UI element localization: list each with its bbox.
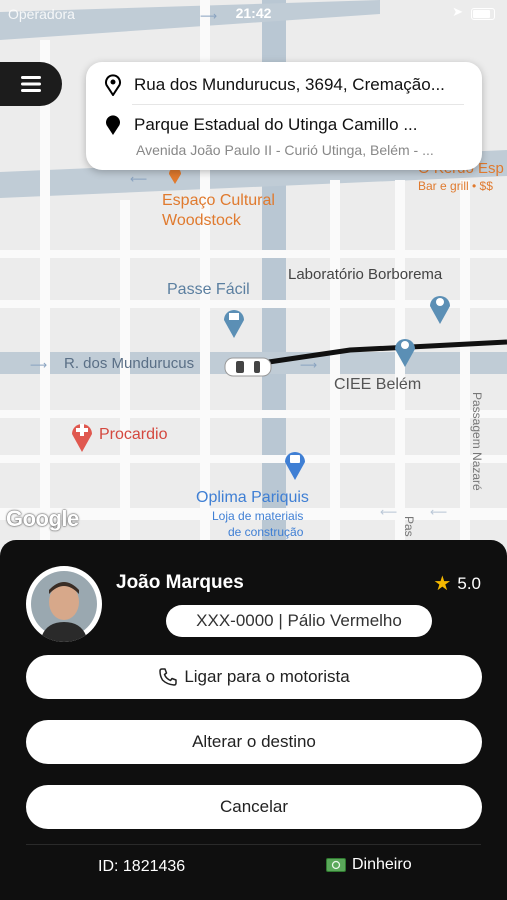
origin-address: Rua dos Mundurucus, 3694, Cremação...: [134, 75, 445, 94]
destination-address: Avenida João Paulo II - Curió Utinga, Be…: [136, 142, 434, 158]
map-label-pas: Pas: [402, 516, 416, 537]
payment-label: Dinheiro: [352, 856, 412, 873]
ride-footer: ID: 1821436 Dinheiro: [0, 844, 507, 884]
svg-text:⟵: ⟵: [380, 505, 397, 519]
map-label-restaurant-info: Bar e grill • $$: [418, 179, 493, 193]
shopping-pin-icon[interactable]: [283, 446, 307, 480]
vehicle-badge: XXX-0000 | Pálio Vermelho: [166, 605, 432, 637]
medical-pin-icon[interactable]: [70, 418, 94, 452]
map-label-procardio[interactable]: Procardio: [99, 426, 167, 444]
change-destination-button[interactable]: Alterar o destino: [26, 720, 482, 764]
google-logo: Google: [6, 506, 79, 531]
map-label-woodstock: Woodstock: [162, 212, 241, 229]
destination-name: Parque Estadual do Utinga Camillo ...: [134, 115, 418, 134]
call-driver-button[interactable]: Ligar para o motorista: [26, 655, 482, 699]
map-pin-blue-icon[interactable]: [428, 290, 452, 324]
svg-text:⟵: ⟵: [130, 172, 147, 186]
star-icon: ★: [433, 573, 452, 595]
route-card[interactable]: Rua dos Mundurucus, 3694, Cremação... Pa…: [86, 62, 482, 170]
map-label-ciee[interactable]: CIEE Belém: [334, 376, 421, 394]
map-label-passagem: Passagem Nazaré: [470, 392, 484, 491]
phone-icon: [159, 668, 178, 686]
driver-name: João Marques: [116, 572, 244, 593]
cash-icon: [326, 858, 346, 872]
destination-pin-icon: [106, 115, 120, 135]
map-label-oplima-sub1: Loja de materiais: [212, 509, 304, 523]
hamburger-icon: [21, 76, 41, 92]
bank-pin-icon[interactable]: [222, 304, 246, 338]
svg-text:⟶: ⟶: [300, 358, 317, 372]
driver-avatar: [26, 566, 102, 642]
menu-button[interactable]: [0, 62, 62, 106]
change-destination-label: Alterar o destino: [192, 732, 316, 751]
payment-method[interactable]: Dinheiro: [326, 856, 412, 874]
ride-id: ID: 1821436: [98, 858, 186, 875]
status-bar: Operadora 21:42 ➤: [0, 0, 507, 28]
driver-photo-icon: [28, 568, 100, 642]
driver-sheet: João Marques ★ 5.0 XXX-0000 | Pálio Verm…: [0, 540, 507, 900]
map-label-street: R. dos Mundurucus: [64, 355, 195, 372]
car-icon: [224, 357, 272, 377]
route-divider: [132, 104, 464, 105]
map-label-passe-facil[interactable]: Passe Fácil: [167, 281, 250, 299]
location-arrow-icon: ➤: [452, 4, 463, 19]
rating-value: 5.0: [457, 573, 481, 593]
destination-row[interactable]: Parque Estadual do Utinga Camillo ...: [104, 112, 464, 138]
map-pin-ciee-icon[interactable]: [393, 333, 417, 367]
cancel-button[interactable]: Cancelar: [26, 785, 482, 829]
map-label-laboratorio[interactable]: Laboratório Borborema: [288, 266, 442, 283]
call-driver-label: Ligar para o motorista: [184, 667, 350, 686]
cancel-label: Cancelar: [219, 797, 289, 816]
origin-row[interactable]: Rua dos Mundurucus, 3694, Cremação...: [104, 72, 464, 98]
battery-icon: [471, 8, 495, 20]
origin-pin-outline-icon: [105, 74, 121, 96]
svg-text:⟵: ⟵: [430, 505, 447, 519]
map-label-oplima-sub2: de construção: [228, 525, 304, 539]
status-time: 21:42: [235, 5, 272, 21]
map-label-oplima[interactable]: Oplima Pariquis: [196, 489, 309, 507]
driver-rating: ★ 5.0: [433, 571, 481, 596]
map-label-espaco-cultural[interactable]: Espaço Cultural: [162, 192, 275, 210]
svg-text:⟶: ⟶: [30, 358, 47, 372]
footer-divider: [26, 844, 481, 845]
